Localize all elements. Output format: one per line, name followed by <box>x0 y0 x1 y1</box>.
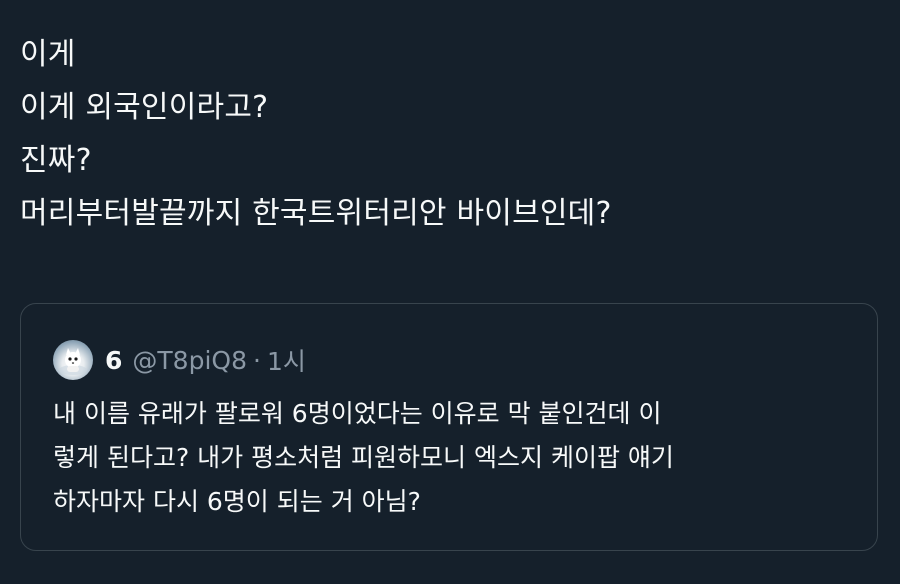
tweet-line: 이게 외국인이라고? <box>20 90 269 125</box>
tweet-line: 이게 <box>20 37 76 72</box>
quoted-tweet-header: 6 @T8piQ8 · 1시 <box>53 340 306 380</box>
quote-line: 내 이름 유래가 팔로워 6명이었다는 이유로 막 붙인건데 이 <box>53 399 662 428</box>
post-time[interactable]: 1시 <box>267 342 306 378</box>
tweet-line: 진짜? <box>20 143 92 178</box>
tweet-line: 머리부터발끝까지 한국트위터리안 바이브인데? <box>20 196 612 231</box>
tweet-text: 이게 이게 외국인이라고? 진짜? 머리부터발끝까지 한국트위터리안 바이브인데… <box>20 28 880 240</box>
author-name[interactable]: 6 <box>105 346 122 375</box>
author-handle[interactable]: @T8piQ8 <box>132 346 247 375</box>
quoted-tweet-text: 내 이름 유래가 팔로워 6명이었다는 이유로 막 붙인건데 이 렇게 된다고?… <box>53 392 853 524</box>
quote-line: 하자마자 다시 6명이 되는 거 아님? <box>53 487 421 516</box>
quote-line: 렇게 된다고? 내가 평소처럼 피원하모니 엑스지 케이팝 얘기 <box>53 443 674 472</box>
avatar-cat-icon[interactable] <box>53 340 93 380</box>
separator-dot: · <box>252 345 261 375</box>
quoted-tweet-card[interactable]: 6 @T8piQ8 · 1시 내 이름 유래가 팔로워 6명이었다는 이유로 막… <box>20 303 878 551</box>
